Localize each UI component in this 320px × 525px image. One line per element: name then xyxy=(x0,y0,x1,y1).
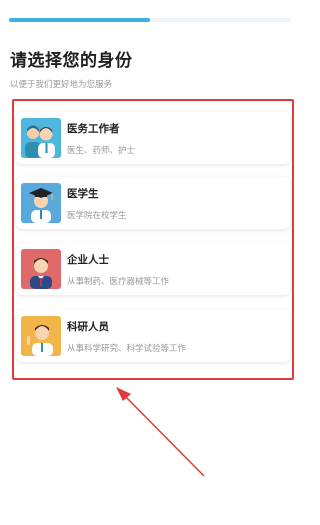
annotation-arrow-icon xyxy=(116,387,205,477)
